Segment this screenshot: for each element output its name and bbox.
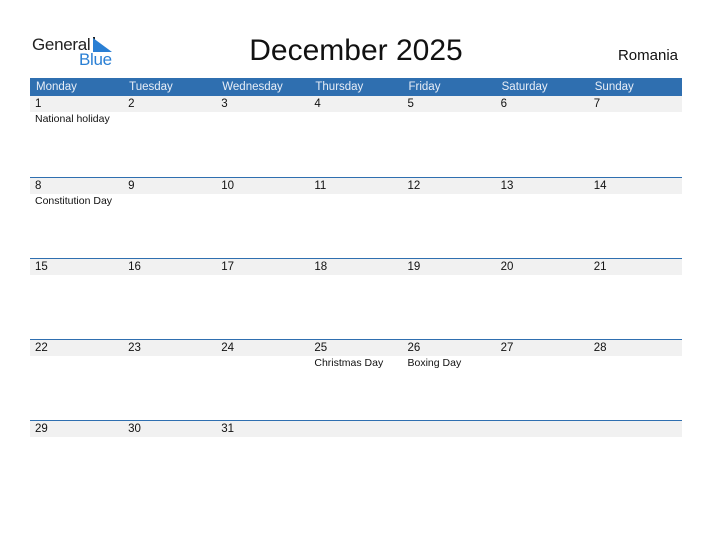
day-number: 1 [35, 98, 42, 110]
day-number: 6 [500, 98, 508, 110]
day-cell: 5 [403, 96, 496, 125]
day-cell: 29 [30, 421, 123, 438]
holiday-label: Constitution Day [35, 195, 113, 207]
week-row: 22 23 24 25 Christmas Day 26 Boxing Day 27 28 [30, 339, 682, 420]
day-cell: 2 [123, 96, 216, 125]
day-cell [403, 421, 496, 438]
day-number: 22 [35, 342, 48, 354]
holiday-label: National holiday [35, 113, 110, 125]
day-cell: 11 [309, 178, 402, 207]
day-cell: 18 [309, 259, 402, 276]
day-cell: 6 [496, 96, 589, 125]
week-row: 1 National holiday 2 3 4 5 6 7 [30, 96, 682, 177]
day-cell: 14 [589, 178, 682, 207]
week-row: 29 30 31 [30, 420, 682, 501]
day-cell: 16 [123, 259, 216, 276]
day-number: 28 [593, 342, 607, 354]
day-cell: 7 [589, 96, 682, 125]
day-cell [496, 421, 589, 438]
day-number: 15 [35, 261, 48, 273]
day-cell: 19 [403, 259, 496, 276]
day-number: 13 [500, 180, 514, 192]
day-cell: 13 [496, 178, 589, 207]
weekday-thursday: Thursday [315, 81, 364, 93]
week-row: 15 16 17 18 19 20 21 [30, 258, 682, 339]
page-title: December 2025 [249, 34, 463, 67]
day-cell: 8 Constitution Day [30, 178, 123, 207]
day-cell: 9 [123, 178, 216, 207]
day-cell: 28 [589, 340, 682, 369]
day-number: 12 [407, 180, 421, 192]
day-number: 31 [221, 423, 235, 435]
day-cell: 22 [30, 340, 123, 369]
day-cell: 26 Boxing Day [403, 340, 496, 369]
day-number: 3 [221, 98, 228, 110]
day-number [501, 421, 589, 437]
day-number: 24 [221, 342, 235, 354]
day-cell: 23 [123, 340, 216, 369]
day-cell: 12 [403, 178, 496, 207]
day-cell: 4 [309, 96, 402, 125]
day-cell: 24 [216, 340, 309, 369]
day-number: 2 [128, 98, 135, 110]
day-cell: 31 [216, 421, 309, 438]
day-cell: 30 [123, 421, 216, 438]
day-number: 23 [128, 342, 141, 354]
day-number: 19 [407, 261, 421, 273]
day-number: 14 [593, 180, 607, 192]
day-cell: 25 Christmas Day [309, 340, 402, 369]
day-number: 30 [128, 423, 141, 435]
day-number: 18 [314, 261, 328, 273]
holiday-label: Christmas Day [314, 357, 384, 369]
day-cell: 20 [496, 259, 589, 276]
day-number [594, 421, 682, 437]
weekday-saturday: Saturday [501, 81, 548, 93]
day-number [408, 421, 496, 437]
calendar-body: 1 National holiday 2 3 4 5 6 7 8 Constitution Day… [30, 96, 682, 501]
weekday-monday: Monday [36, 81, 77, 93]
day-number: 4 [314, 98, 321, 110]
day-number: 25 [314, 342, 328, 354]
weekday-tuesday: Tuesday [129, 81, 173, 93]
day-number: 5 [407, 98, 414, 110]
day-number: 27 [500, 342, 514, 354]
day-number: 17 [221, 261, 235, 273]
weekday-friday: Friday [408, 81, 441, 93]
day-number: 20 [500, 261, 514, 273]
day-cell [589, 421, 682, 438]
holiday-label: Boxing Day [407, 357, 462, 369]
day-number: 21 [593, 261, 607, 273]
day-cell: 10 [216, 178, 309, 207]
day-number: 8 [35, 180, 42, 192]
weekday-wednesday: Wednesday [222, 81, 283, 93]
day-cell [309, 421, 402, 438]
day-number [314, 421, 402, 437]
country-label: Romania [617, 47, 678, 64]
weekday-sunday: Sunday [594, 81, 634, 93]
calendar: Monday Tuesday Wednesday Thursday Friday Satu… [30, 78, 682, 501]
day-cell: 3 [216, 96, 309, 125]
day-number: 7 [593, 98, 601, 110]
day-number: 29 [35, 423, 48, 435]
day-number: 16 [128, 261, 141, 273]
day-cell: 1 National holiday [30, 96, 123, 125]
week-row: 8 Constitution Day 9 10 11 12 13 14 [30, 177, 682, 258]
day-cell: 17 [216, 259, 309, 276]
day-cell: 15 [30, 259, 123, 276]
day-cell: 21 [589, 259, 682, 276]
day-number: 11 [314, 180, 327, 192]
day-cell: 27 [496, 340, 589, 369]
day-number: 10 [221, 180, 235, 192]
day-number: 26 [407, 342, 421, 354]
day-number: 9 [128, 180, 135, 192]
weekday-header: Monday Tuesday Wednesday Thursday Friday Satu… [30, 78, 682, 96]
